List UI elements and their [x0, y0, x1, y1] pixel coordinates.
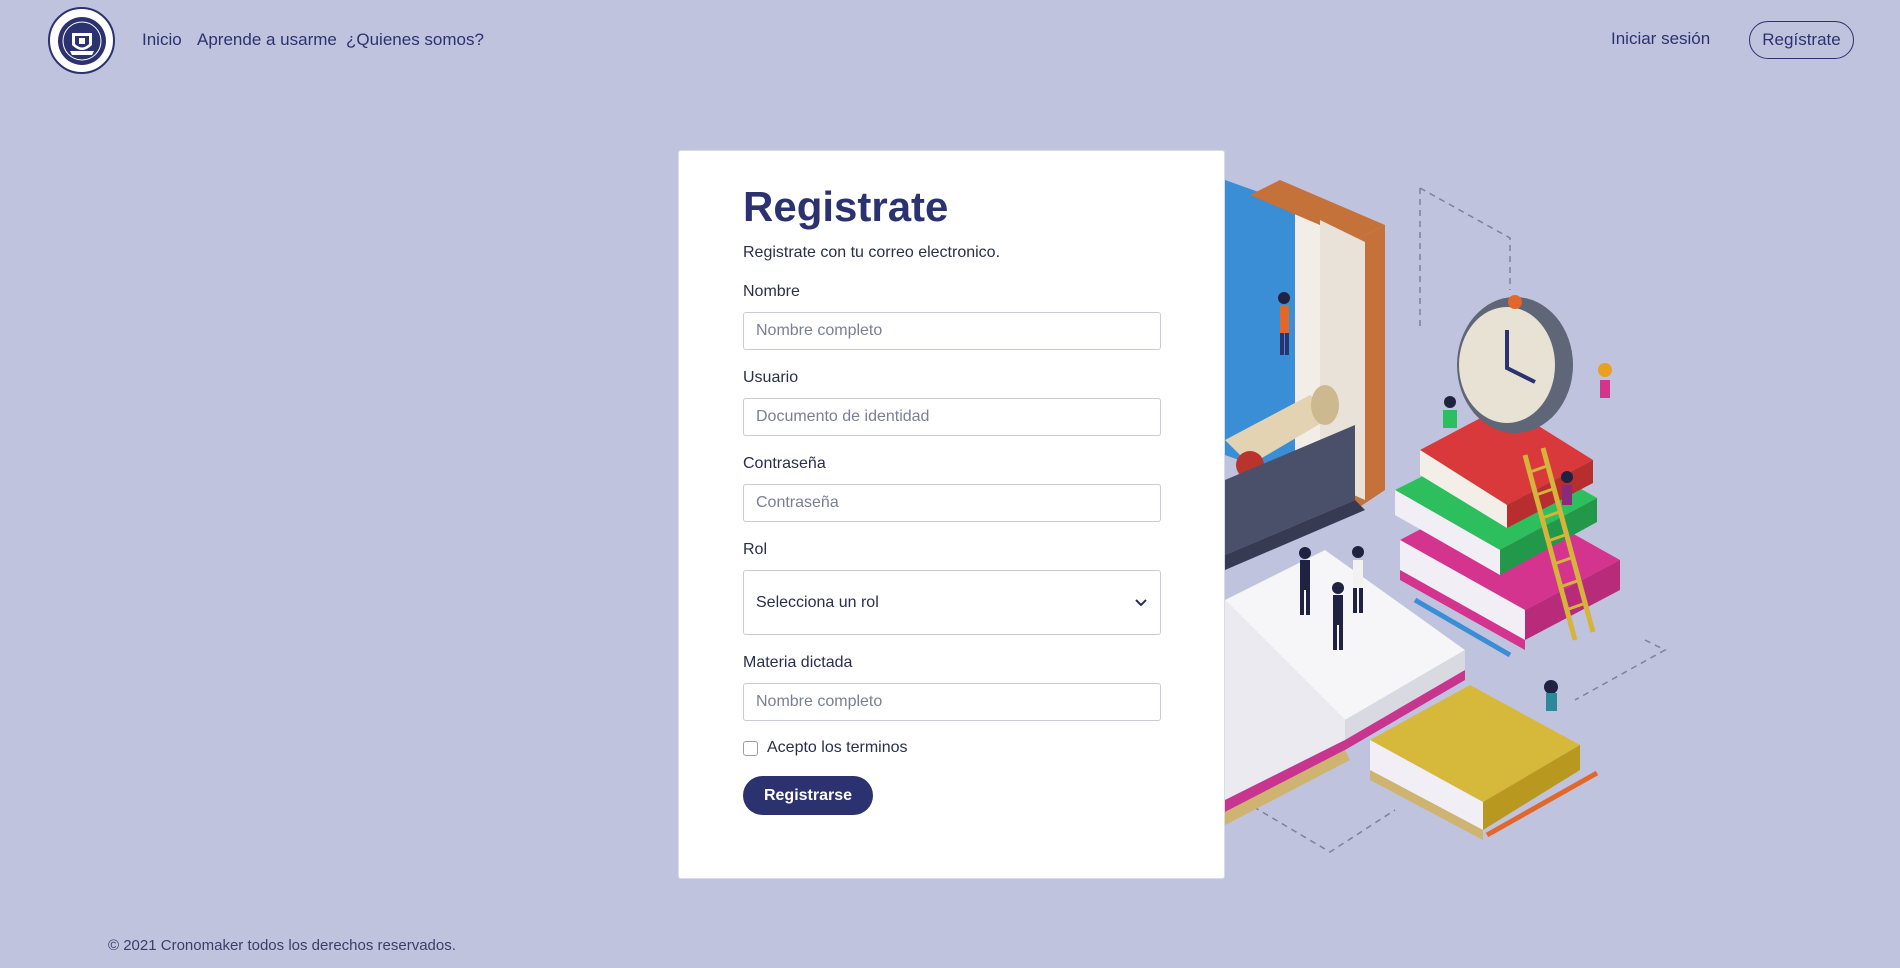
- terms-row: Acepto los terminos: [743, 739, 908, 757]
- nombre-label: Nombre: [743, 283, 800, 300]
- materia-label: Materia dictada: [743, 654, 853, 671]
- password-label: Contraseña: [743, 455, 826, 472]
- nombre-input[interactable]: [743, 312, 1161, 350]
- password-input[interactable]: [743, 484, 1161, 522]
- submit-register-button[interactable]: Registrarse: [743, 776, 873, 815]
- rol-label: Rol: [743, 541, 768, 558]
- terms-checkbox[interactable]: [743, 740, 758, 756]
- rol-select[interactable]: Selecciona un rol: [743, 570, 1161, 635]
- terms-label[interactable]: Acepto los terminos: [767, 739, 908, 757]
- login-link[interactable]: Iniciar sesión: [1611, 29, 1710, 49]
- nav-aprende[interactable]: Aprende a usarme: [197, 30, 337, 50]
- usuario-input[interactable]: [743, 398, 1161, 436]
- chevron-down-icon: [1135, 598, 1147, 606]
- register-nav-button[interactable]: Regístrate: [1749, 21, 1854, 59]
- school-crest-icon: [57, 16, 106, 65]
- usuario-label: Usuario: [743, 369, 799, 386]
- page-title: Registrate: [743, 183, 949, 230]
- nav-quienes-somos[interactable]: ¿Quienes somos?: [346, 30, 484, 50]
- register-card: Registrate Registrate con tu correo elec…: [678, 150, 1225, 879]
- footer-copyright: © 2021 Cronomaker todos los derechos res…: [108, 937, 456, 954]
- books-illustration: [1225, 180, 1667, 853]
- rol-select-value: Selecciona un rol: [756, 593, 879, 611]
- top-navbar: Inicio Aprende a usarme ¿Quienes somos? …: [0, 0, 1900, 82]
- materia-input[interactable]: [743, 683, 1161, 721]
- nav-inicio[interactable]: Inicio: [142, 30, 182, 50]
- logo[interactable]: [48, 7, 115, 74]
- form-subtitle: Registrate con tu correo electronico.: [743, 244, 1001, 261]
